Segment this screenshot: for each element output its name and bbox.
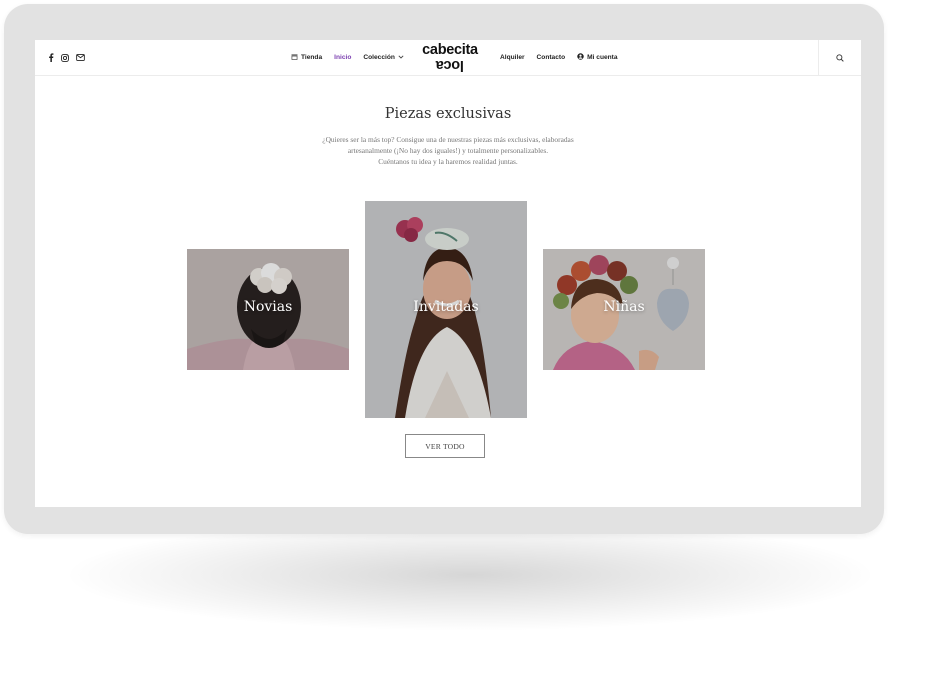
brand-logo[interactable]: cabecita loca [412, 42, 488, 73]
logo-line-1: cabecita [422, 42, 478, 58]
nav-item-label: Tienda [301, 54, 323, 61]
device-frame: Tienda Inicio Colección cabecita loca Al… [4, 4, 884, 534]
category-label: Invitadas [413, 299, 479, 315]
nav-item-alquiler[interactable]: Alquiler [500, 54, 525, 61]
category-label: Novias [243, 299, 293, 315]
nav-item-contacto[interactable]: Contacto [537, 54, 566, 61]
ver-todo-button[interactable]: VER TODO [405, 434, 485, 458]
nav-item-inicio[interactable]: Inicio [334, 54, 351, 61]
device-shadow [70, 520, 870, 630]
instagram-icon[interactable] [61, 53, 69, 62]
nav-item-label: Inicio [334, 54, 352, 61]
browser-screen: Tienda Inicio Colección cabecita loca Al… [35, 40, 861, 507]
category-card-invitadas[interactable]: Invitadas [365, 201, 527, 418]
nav-menu-right: Alquiler Contacto Mi cuenta [500, 40, 618, 75]
search-button[interactable] [818, 40, 861, 75]
social-links [48, 53, 85, 62]
intro-line-3: Cuéntanos tu idea y la haremos realidad … [378, 157, 518, 167]
category-card-ninas[interactable]: Niñas [543, 249, 705, 370]
section-title: Piezas exclusivas [384, 106, 512, 122]
category-label: Niñas [603, 299, 645, 315]
top-navigation: Tienda Inicio Colección cabecita loca Al… [35, 40, 861, 76]
category-card-novias[interactable]: Novias [187, 249, 349, 370]
chevron-down-icon [398, 54, 404, 61]
intro-line-1: ¿Quieres ser la más top? Consigue una de… [322, 135, 574, 144]
facebook-icon[interactable] [48, 53, 54, 62]
user-icon [577, 53, 584, 62]
intro-line-2: artesanalmente (¡No hay dos iguales!) y … [347, 146, 549, 156]
store-icon [291, 53, 298, 62]
nav-menu-left: Tienda Inicio Colección [291, 40, 404, 75]
nav-item-label: Contacto [536, 54, 566, 61]
section-intro: ¿Quieres ser la más top? Consigue una de… [295, 134, 601, 168]
nav-item-coleccion[interactable]: Colección [363, 54, 404, 61]
logo-line-2: loca [436, 57, 464, 73]
nav-item-tienda[interactable]: Tienda [291, 53, 323, 62]
search-icon [836, 49, 844, 67]
nav-item-label: Colección [363, 54, 395, 61]
nav-item-label: Mi cuenta [587, 54, 618, 61]
mail-icon[interactable] [76, 54, 85, 61]
nav-item-label: Alquiler [500, 54, 525, 61]
nav-item-mi-cuenta[interactable]: Mi cuenta [577, 53, 618, 62]
